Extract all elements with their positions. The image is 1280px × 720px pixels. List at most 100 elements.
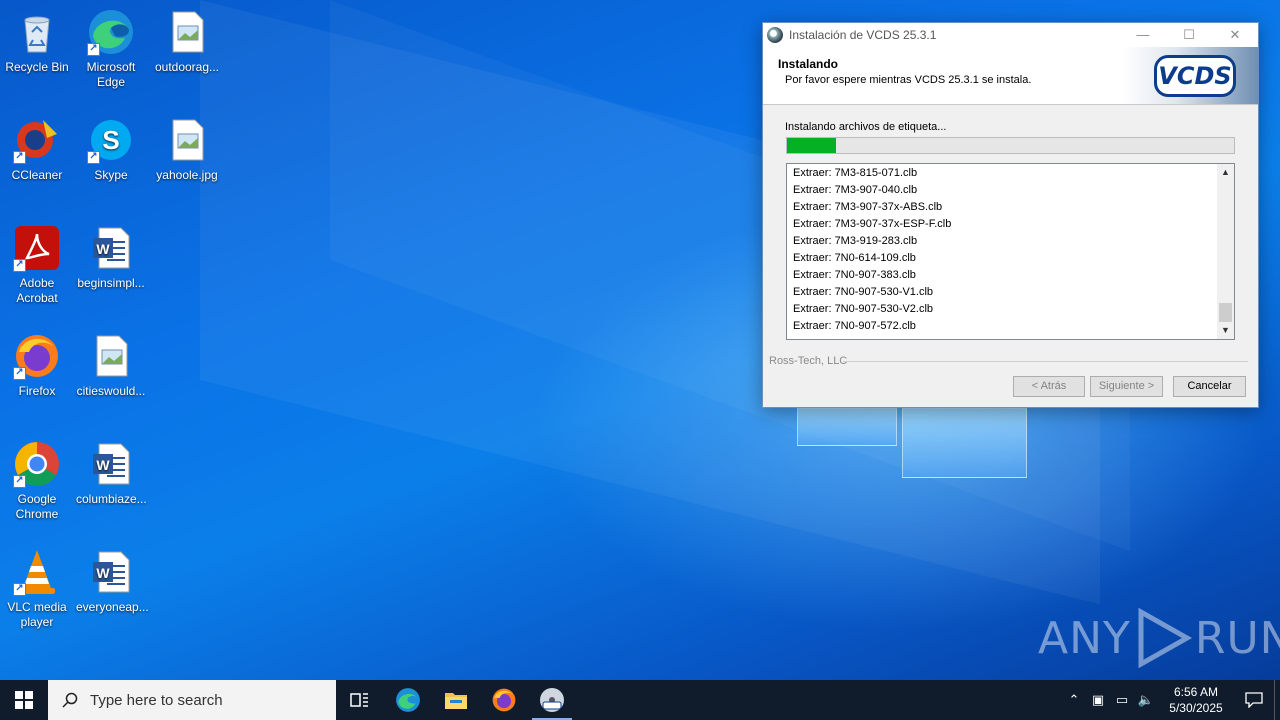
cancel-button[interactable]: Cancelar: [1173, 376, 1246, 397]
next-button[interactable]: Siguiente >: [1090, 376, 1163, 397]
back-button[interactable]: < Atrás: [1013, 376, 1085, 397]
desktop-icon-skype[interactable]: S ↗ Skype: [74, 116, 148, 183]
network-icon[interactable]: ▭: [1110, 680, 1134, 720]
shortcut-arrow-icon: ↗: [13, 259, 26, 272]
log-line: Extraer: 7N0-907-572.clb: [793, 320, 916, 332]
desktop-icon-google-chrome[interactable]: ↗ Google Chrome: [0, 440, 74, 522]
close-button[interactable]: ✕: [1212, 23, 1258, 47]
ccleaner-icon: ↗: [13, 116, 61, 164]
log-line: Extraer: 7M3-815-071.clb: [793, 167, 918, 179]
scroll-down-icon[interactable]: ▼: [1217, 322, 1234, 339]
vlc-icon: ↗: [13, 548, 61, 596]
shortcut-arrow-icon: ↗: [13, 583, 26, 596]
shortcut-arrow-icon: ↗: [87, 151, 100, 164]
shortcut-arrow-icon: ↗: [13, 367, 26, 380]
log-line: Extraer: 7N0-907-530-V1.clb: [793, 286, 934, 298]
chevron-up-icon[interactable]: ⌃: [1062, 680, 1086, 720]
taskbar-search-box[interactable]: Type here to search: [48, 680, 336, 720]
brand-label: Ross-Tech, LLC: [769, 355, 848, 367]
desktop-icon-label: columbiaze...: [76, 492, 147, 506]
shortcut-arrow-icon: ↗: [87, 43, 100, 56]
install-status-text: Instalando archivos de etiqueta...: [785, 121, 947, 133]
adobe-acrobat-icon: ↗: [13, 224, 61, 272]
install-log-list[interactable]: Extraer: 7M3-815-071.clb Extraer: 7M3-907…: [786, 163, 1235, 340]
log-lines: Extraer: 7M3-815-071.clb Extraer: 7M3-907…: [787, 165, 1217, 335]
desktop-icon-ccleaner[interactable]: ↗ CCleaner: [0, 116, 74, 183]
brand-divider: [843, 361, 1248, 362]
taskbar-vcds-installer[interactable]: [528, 680, 576, 720]
skype-icon: S ↗: [87, 116, 135, 164]
log-line: Extraer: 7M3-907-37x-ABS.clb: [793, 201, 943, 213]
taskbar-firefox[interactable]: [480, 680, 528, 720]
log-line: Extraer: 7N0-907-530-V2.clb: [793, 303, 934, 315]
log-scrollbar[interactable]: ▲ ▼: [1217, 164, 1234, 339]
anyrun-watermark: ANY RUN: [1038, 608, 1280, 668]
desktop-icon-label: everyoneap...: [76, 600, 149, 614]
desktop-icon-label: outdoorag...: [154, 60, 220, 74]
vcds-logo-text: VCDS: [1154, 55, 1236, 97]
firefox-icon: [492, 688, 516, 712]
search-placeholder: Type here to search: [90, 691, 223, 709]
word-document-icon: W: [87, 440, 135, 488]
desktop-icon-firefox[interactable]: ↗ Firefox: [0, 332, 74, 399]
watermark-text-left: ANY: [1038, 612, 1131, 664]
chrome-icon: ↗: [13, 440, 61, 488]
desktop-icon-label: Adobe Acrobat: [16, 276, 58, 305]
word-document-icon: W: [87, 548, 135, 596]
maximize-button[interactable]: ☐: [1166, 23, 1212, 47]
clock-time: 6:56 AM: [1173, 685, 1219, 699]
desktop-icon-label: Google Chrome: [15, 492, 59, 521]
desktop-icon-microsoft-edge[interactable]: ↗ Microsoft Edge: [74, 8, 148, 90]
firefox-icon: ↗: [13, 332, 61, 380]
taskbar-clock[interactable]: 6:56 AM 5/30/2025: [1158, 684, 1234, 716]
minimize-button[interactable]: —: [1120, 23, 1166, 47]
shortcut-arrow-icon: ↗: [13, 151, 26, 164]
edge-icon: [396, 688, 420, 712]
taskbar-edge[interactable]: [384, 680, 432, 720]
desktop-icon-label: beginsimpl...: [77, 276, 145, 290]
desktop-icon-word-doc[interactable]: W everyoneap...: [74, 548, 149, 615]
desktop-icon-label: CCleaner: [11, 168, 63, 182]
clock-date: 5/30/2025: [1169, 701, 1223, 715]
show-desktop-button[interactable]: [1274, 680, 1280, 720]
svg-text:W: W: [96, 457, 110, 473]
desktop-icon-word-doc[interactable]: W beginsimpl...: [74, 224, 148, 291]
install-progress-bar: [786, 137, 1235, 154]
desktop-icon-label: Recycle Bin: [5, 60, 69, 74]
notifications-button[interactable]: [1234, 680, 1274, 720]
header-title: Instalando: [778, 57, 839, 71]
windows-icon: [15, 691, 33, 709]
log-line: Extraer: 7N0-907-383.clb: [793, 269, 916, 281]
desktop-icon-image-file[interactable]: yahoole.jpg: [150, 116, 224, 183]
desktop-icon-label: Firefox: [18, 384, 56, 398]
recycle-bin-icon: [13, 8, 61, 56]
desktop-icon-adobe-acrobat[interactable]: ↗ Adobe Acrobat: [0, 224, 74, 306]
task-view-button[interactable]: [336, 680, 384, 720]
desktop-icon-label: Microsoft Edge: [86, 60, 136, 89]
start-button[interactable]: [0, 680, 48, 720]
log-line: Extraer: 7M3-907-37x-ESP-F.clb: [793, 218, 952, 230]
desktop-icon-image-file[interactable]: outdoorag...: [150, 8, 224, 75]
installer-header: Instalando Por favor espere mientras VCD…: [763, 47, 1258, 105]
scrollbar-thumb[interactable]: [1219, 303, 1232, 322]
installer-window[interactable]: Instalación de VCDS 25.3.1 — ☐ ✕ Instala…: [762, 22, 1259, 408]
progress-fill: [787, 138, 837, 153]
vcds-disc-icon: [540, 688, 564, 712]
desktop-icon-image-file[interactable]: citieswould...: [74, 332, 148, 399]
log-line: Extraer: 7M3-907-040.clb: [793, 184, 918, 196]
image-file-icon: [87, 332, 135, 380]
word-document-icon: W: [87, 224, 135, 272]
desktop-icon-word-doc[interactable]: W columbiaze...: [74, 440, 148, 507]
window-titlebar[interactable]: Instalación de VCDS 25.3.1 — ☐ ✕: [763, 23, 1258, 47]
desktop-icon-recycle-bin[interactable]: Recycle Bin: [0, 8, 74, 75]
windows-logo-pane: [902, 408, 1027, 478]
taskbar-file-explorer[interactable]: [432, 680, 480, 720]
desktop-icon-label: VLC media player: [7, 600, 67, 629]
desktop-icon-vlc[interactable]: ↗ VLC media player: [0, 548, 74, 630]
volume-icon[interactable]: 🔈: [1134, 680, 1158, 720]
scroll-up-icon[interactable]: ▲: [1217, 164, 1234, 181]
system-tray: ⌃ ▣ ▭ 🔈 6:56 AM 5/30/2025: [1062, 680, 1280, 720]
device-icon[interactable]: ▣: [1086, 680, 1110, 720]
vcds-logo: VCDS: [1122, 47, 1258, 104]
shortcut-arrow-icon: ↗: [13, 475, 26, 488]
